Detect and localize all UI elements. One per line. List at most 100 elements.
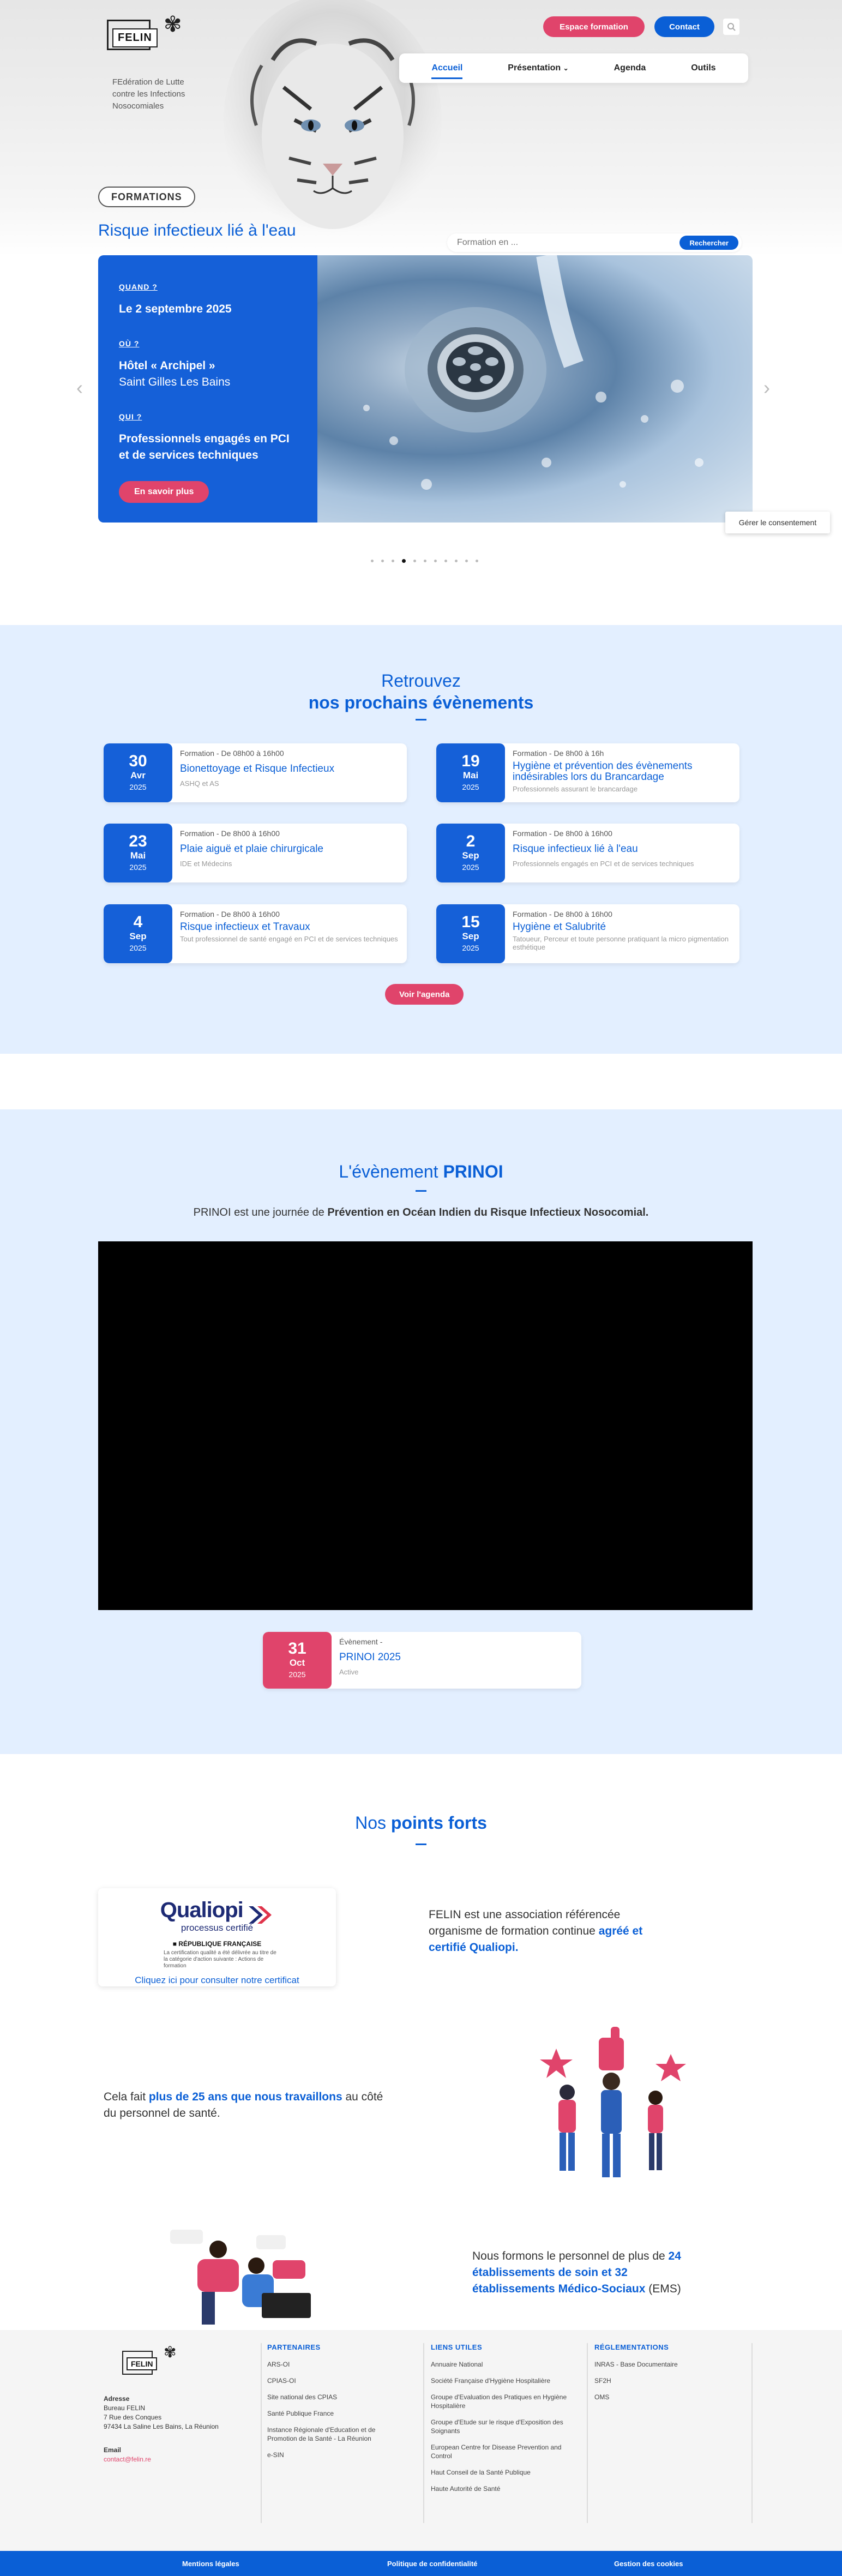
footer-link[interactable]: SF2H — [594, 2376, 731, 2385]
footer-link[interactable]: Instance Régionale d'Education et de Pro… — [267, 2425, 404, 2443]
mentions-legales-link[interactable]: Mentions légales — [182, 2560, 239, 2568]
footer-link[interactable]: Groupe d'Etude sur le risque d'Expositio… — [431, 2418, 567, 2435]
slider-dot[interactable] — [392, 560, 394, 562]
nav-accueil[interactable]: Accueil — [431, 63, 463, 79]
prinoi-video-player[interactable] — [98, 1241, 753, 1610]
espace-formation-button[interactable]: Espace formation — [543, 16, 645, 37]
point-fort-2-plain-1: Cela fait — [104, 2091, 149, 2103]
felin-logo[interactable]: FELIN ✾ FEdération de Lutte contre les I… — [104, 12, 196, 111]
hero-title: Risque infectieux lié à l'eau — [98, 221, 296, 239]
event-title[interactable]: Hygiène et prévention des évènements ind… — [513, 761, 732, 783]
slider-dot[interactable] — [444, 560, 447, 562]
footer-link[interactable]: ARS-OI — [267, 2360, 404, 2369]
nav-agenda[interactable]: Agenda — [614, 63, 646, 73]
event-type: Formation - De 08h00 à 16h00 — [180, 749, 284, 758]
event-body: Formation - De 8h00 à 16h00 Risque infec… — [172, 904, 407, 963]
event-date-badge: 4 Sep 2025 — [104, 904, 172, 963]
footer-logo-text: FELIN — [127, 2357, 158, 2370]
event-audience: Professionnels engagés en PCI et de serv… — [513, 860, 694, 868]
footer-link[interactable]: Haut Conseil de la Santé Publique — [431, 2468, 567, 2477]
slider-dot[interactable] — [455, 560, 458, 562]
en-savoir-plus-button[interactable]: En savoir plus — [119, 481, 209, 503]
slider-prev-arrow[interactable]: ‹ — [76, 376, 83, 399]
event-audience: ASHQ et AS — [180, 779, 219, 788]
slider-dot[interactable] — [371, 560, 374, 562]
qualiopi-chevron-icon — [249, 1906, 272, 1924]
footer-link[interactable]: INRAS - Base Documentaire — [594, 2360, 731, 2369]
slider-dot[interactable] — [476, 560, 478, 562]
footer-divider — [261, 2343, 262, 2523]
event-card[interactable]: 23 Mai 2025 Formation - De 8h00 à 16h00 … — [104, 824, 407, 882]
gestion-cookies-link[interactable]: Gestion des cookies — [614, 2560, 683, 2568]
slider-dot-active[interactable] — [402, 559, 406, 563]
tiger-hero-image — [224, 0, 442, 245]
reglementations-heading: RÉGLEMENTATIONS — [594, 2343, 669, 2351]
event-body: Formation - De 8h00 à 16h00 Hygiène et S… — [505, 904, 739, 963]
event-title[interactable]: Hygiène et Salubrité — [513, 922, 732, 933]
event-card[interactable]: 30 Avr 2025 Formation - De 08h00 à 16h00… — [104, 743, 407, 802]
events-title-line-2: nos prochains évènements — [308, 693, 534, 712]
formation-slider: QUAND ? Le 2 septembre 2025 OÙ ? Hôtel «… — [98, 255, 753, 523]
footer-link[interactable]: European Centre for Disease Prevention a… — [431, 2443, 567, 2460]
nav-presentation[interactable]: Présentation ⌄ — [508, 63, 568, 73]
nav-outils[interactable]: Outils — [691, 63, 715, 73]
event-title[interactable]: PRINOI 2025 — [339, 1652, 574, 1664]
event-date-badge: 15 Sep 2025 — [436, 904, 505, 963]
event-title[interactable]: Plaie aiguë et plaie chirurgicale — [180, 843, 399, 855]
main-nav: Accueil Présentation ⌄ Agenda Outils — [399, 53, 748, 83]
footer-link[interactable]: Société Française d'Hygiène Hospitalière — [431, 2376, 567, 2385]
title-underline — [416, 719, 426, 720]
qualiopi-certificate-link[interactable]: Cliquez ici pour consulter notre certifi… — [98, 1975, 336, 1986]
event-day: 30 — [129, 752, 147, 770]
cookie-consent-button[interactable]: Gérer le consentement — [725, 512, 830, 533]
event-card[interactable]: 15 Sep 2025 Formation - De 8h00 à 16h00 … — [436, 904, 739, 963]
formations-tag: FORMATIONS — [98, 187, 195, 207]
slider-dot[interactable] — [413, 560, 416, 562]
formation-search-input[interactable] — [457, 238, 680, 248]
email-link[interactable]: contact@felin.re — [104, 2455, 240, 2464]
slider-dot[interactable] — [434, 560, 437, 562]
event-day: 2 — [466, 832, 476, 850]
prinoi-event-card[interactable]: 31 Oct 2025 Évènement - PRINOI 2025 Acti… — [263, 1632, 581, 1689]
event-year: 2025 — [288, 1670, 306, 1679]
qualiopi-card[interactable]: Qualiopi processus certifié ■ RÉPUBLIQUE… — [98, 1888, 336, 1986]
search-icon[interactable] — [723, 19, 739, 35]
footer-link[interactable]: OMS — [594, 2393, 731, 2401]
qualiopi-subtitle: processus certifié — [181, 1922, 254, 1933]
slider-dot[interactable] — [424, 560, 426, 562]
event-type: Formation - De 8h00 à 16h — [513, 749, 604, 758]
event-title[interactable]: Bionettoyage et Risque Infectieux — [180, 763, 399, 775]
footer-logo[interactable]: FELIN ✾ — [120, 2343, 185, 2381]
logo-line-2: contre les Infections — [112, 89, 185, 99]
point-fort-1-plain: FELIN est une association référencée org… — [429, 1908, 621, 1937]
event-audience: Tout professionnel de santé engagé en PC… — [180, 935, 398, 943]
contact-button[interactable]: Contact — [654, 16, 714, 37]
event-card[interactable]: 2 Sep 2025 Formation - De 8h00 à 16h00 R… — [436, 824, 739, 882]
slider-next-arrow[interactable]: › — [763, 376, 770, 399]
point-fort-3-plain-2: (EMS) — [645, 2283, 681, 2295]
event-title[interactable]: Risque infectieux lié à l'eau — [513, 843, 732, 855]
event-day: 19 — [461, 752, 480, 770]
qualiopi-logo-text: Qualiopi — [160, 1898, 244, 1922]
footer-link[interactable]: CPIAS-OI — [267, 2376, 404, 2385]
events-title-line-1: Retrouvez — [381, 671, 461, 690]
footer-link[interactable]: Site national des CPIAS — [267, 2393, 404, 2401]
footer-link[interactable]: Haute Autorité de Santé — [431, 2484, 567, 2493]
footer-link[interactable]: Annuaire National — [431, 2360, 567, 2369]
slide-qui-label: QUI ? — [119, 412, 142, 421]
prinoi-intro-plain: PRINOI est une journée de — [193, 1206, 328, 1218]
slider-dot[interactable] — [381, 560, 384, 562]
footer-divider — [751, 2343, 753, 2523]
event-title[interactable]: Risque infectieux et Travaux — [180, 922, 399, 933]
footer-link[interactable]: e-SIN — [267, 2451, 404, 2459]
event-card[interactable]: 4 Sep 2025 Formation - De 8h00 à 16h00 R… — [104, 904, 407, 963]
search-button[interactable]: Rechercher — [679, 236, 738, 250]
footer-link[interactable]: Groupe d'Evaluation des Pratiques en Hyg… — [431, 2393, 567, 2410]
voir-agenda-button[interactable]: Voir l'agenda — [385, 984, 464, 1005]
event-card[interactable]: 19 Mai 2025 Formation - De 8h00 à 16h Hy… — [436, 743, 739, 802]
slider-dot[interactable] — [465, 560, 468, 562]
footer-partenaires-column: PARTENAIRES ARS-OI CPIAS-OI Site nationa… — [267, 2343, 425, 2523]
footer-link[interactable]: Santé Publique France — [267, 2409, 404, 2418]
event-body: Formation - De 8h00 à 16h00 Risque infec… — [505, 824, 739, 882]
politique-confidentialite-link[interactable]: Politique de confidentialité — [387, 2560, 477, 2568]
